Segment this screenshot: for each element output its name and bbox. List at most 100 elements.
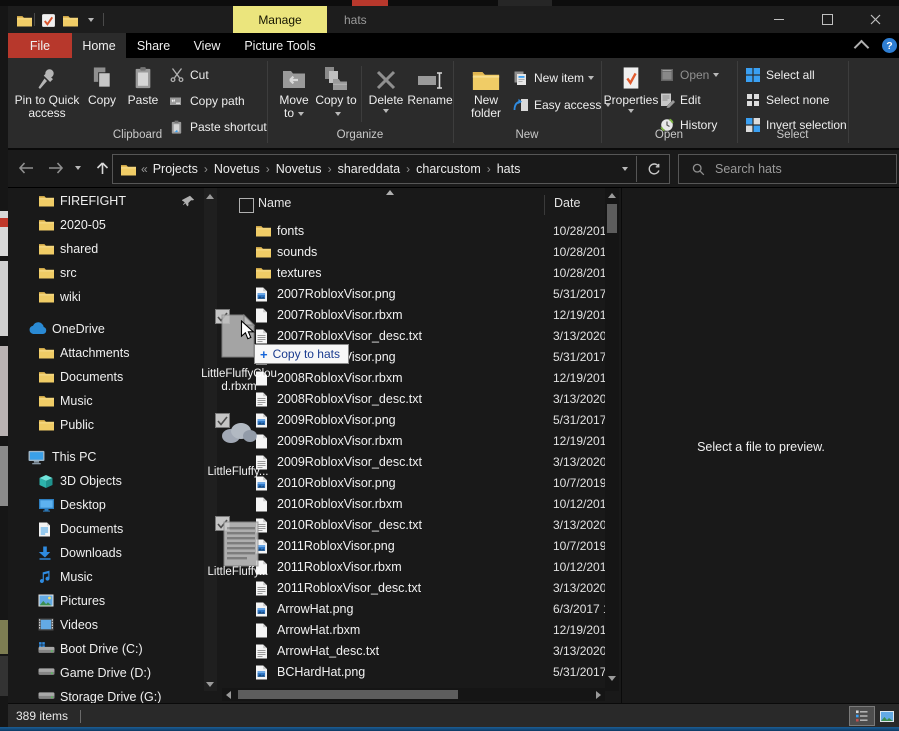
file-row[interactable]: 2009RobloxVisor.png5/31/2017 7 bbox=[222, 410, 613, 431]
file-row[interactable]: 2011RobloxVisor.rbxm10/12/2019 bbox=[222, 557, 613, 578]
sidebar-item-documents[interactable]: Documents bbox=[8, 365, 204, 389]
tab-home[interactable]: Home bbox=[72, 33, 126, 58]
file-row[interactable]: 2009RobloxVisor.rbxm12/19/2018 bbox=[222, 431, 613, 452]
sidebar-item-src[interactable]: src bbox=[8, 261, 204, 285]
sidebar-item-2020-05[interactable]: 2020-05 bbox=[8, 213, 204, 237]
sidebar-item-videos[interactable]: Videos bbox=[8, 613, 204, 637]
location-folder-icon bbox=[120, 163, 137, 176]
sidebar-item-pictures[interactable]: Pictures bbox=[8, 589, 204, 613]
sidebar-item-3d-objects[interactable]: 3D Objects bbox=[8, 469, 204, 493]
easy-access-button[interactable]: Easy access bbox=[512, 94, 611, 116]
address-dropdown-icon[interactable] bbox=[622, 160, 628, 178]
scroll-left-icon[interactable] bbox=[226, 691, 231, 699]
tab-share[interactable]: Share bbox=[126, 33, 181, 58]
qat-newfolder-icon[interactable] bbox=[62, 14, 79, 27]
column-date[interactable]: Date bbox=[554, 196, 580, 210]
open-button[interactable]: Open bbox=[658, 64, 719, 86]
sidebar-item-attachments[interactable]: Attachments bbox=[8, 341, 204, 365]
search-box[interactable] bbox=[678, 154, 897, 184]
search-input[interactable] bbox=[713, 161, 877, 177]
file-row[interactable]: BCHardHat.png5/31/2017 7 bbox=[222, 662, 613, 683]
scroll-up-icon[interactable] bbox=[206, 194, 214, 199]
file-row[interactable]: ArrowHat_desc.txt3/13/2020 8 bbox=[222, 641, 613, 662]
sidebar-item-downloads[interactable]: Downloads bbox=[8, 541, 204, 565]
cut-button[interactable]: Cut bbox=[168, 64, 209, 86]
address-bar[interactable]: « Projects›Novetus›Novetus›shareddata›ch… bbox=[112, 154, 670, 184]
breadcrumb-item[interactable]: Novetus bbox=[209, 162, 265, 176]
sidebar-item-onedrive[interactable]: OneDrive bbox=[8, 317, 204, 341]
minimize-button[interactable] bbox=[757, 6, 801, 33]
details-view-button[interactable] bbox=[849, 706, 875, 726]
file-row[interactable]: 2007RobloxVisor.rbxm12/19/2018 bbox=[222, 305, 613, 326]
breadcrumb-item[interactable]: charcustom bbox=[411, 162, 486, 176]
collapse-ribbon-icon[interactable] bbox=[854, 40, 870, 56]
sidebar-item-boot-drive-c-[interactable]: Boot Drive (C:) bbox=[8, 637, 204, 661]
file-row[interactable]: 2010RobloxVisor_desc.txt3/13/2020 8 bbox=[222, 515, 613, 536]
file-row[interactable]: textures10/28/2018 bbox=[222, 263, 613, 284]
sidebar-scrollbar[interactable] bbox=[204, 188, 217, 691]
scroll-down-icon[interactable] bbox=[206, 682, 214, 687]
file-row[interactable]: 2011RobloxVisor_desc.txt3/13/2020 8 bbox=[222, 578, 613, 599]
select-none-button[interactable]: Select none bbox=[744, 89, 829, 111]
scrollbar-thumb[interactable] bbox=[238, 690, 458, 699]
png-file-icon bbox=[255, 602, 268, 617]
maximize-button[interactable] bbox=[805, 6, 849, 33]
file-row[interactable]: 2008RobloxVisor_desc.txt3/13/2020 8 bbox=[222, 389, 613, 410]
sidebar-item-music[interactable]: Music bbox=[8, 389, 204, 413]
new-item-icon bbox=[512, 70, 529, 86]
file-row[interactable]: fonts10/28/2018 bbox=[222, 221, 613, 242]
file-row[interactable]: 2010RobloxVisor.rbxm10/12/2019 bbox=[222, 494, 613, 515]
back-button[interactable] bbox=[14, 156, 38, 180]
select-all-button[interactable]: Select all bbox=[744, 64, 815, 86]
close-button[interactable] bbox=[853, 6, 897, 33]
tab-picture-tools[interactable]: Picture Tools bbox=[233, 33, 327, 58]
qat-customize-icon[interactable] bbox=[88, 18, 94, 22]
horizontal-scrollbar[interactable] bbox=[222, 688, 605, 701]
file-row[interactable]: 2009RobloxVisor_desc.txt3/13/2020 8 bbox=[222, 452, 613, 473]
tab-view[interactable]: View bbox=[181, 33, 233, 58]
help-icon[interactable]: ? bbox=[882, 38, 897, 53]
file-row[interactable]: 2011RobloxVisor.png10/7/2019 3 bbox=[222, 536, 613, 557]
sidebar-item-firefight[interactable]: FIREFIGHT bbox=[8, 189, 204, 213]
thumbnail-view-button[interactable] bbox=[877, 706, 897, 726]
column-name[interactable]: Name bbox=[258, 196, 291, 210]
sidebar-item-shared[interactable]: shared bbox=[8, 237, 204, 261]
filelist-scrollbar[interactable] bbox=[605, 188, 619, 691]
copy-path-button[interactable]: Copy path bbox=[168, 90, 245, 112]
scrollbar-thumb[interactable] bbox=[607, 204, 617, 233]
recent-locations-icon[interactable] bbox=[70, 156, 86, 180]
sidebar-item-documents[interactable]: Documents bbox=[8, 517, 204, 541]
sidebar-item-desktop[interactable]: Desktop bbox=[8, 493, 204, 517]
sidebar-item-game-drive-d-[interactable]: Game Drive (D:) bbox=[8, 661, 204, 685]
breadcrumb-item[interactable]: hats bbox=[492, 162, 526, 176]
file-row[interactable]: sounds10/28/2018 bbox=[222, 242, 613, 263]
sidebar-item-music[interactable]: Music bbox=[8, 565, 204, 589]
breadcrumb-item[interactable]: Projects bbox=[148, 162, 203, 176]
scroll-down-icon[interactable] bbox=[608, 676, 616, 681]
file-row[interactable]: 2008RobloxVisor.rbxm12/19/2018 bbox=[222, 368, 613, 389]
up-button[interactable] bbox=[90, 156, 114, 180]
edit-button[interactable]: Edit bbox=[658, 89, 701, 111]
breadcrumb-item[interactable]: Novetus bbox=[271, 162, 327, 176]
file-row[interactable]: ArrowHat.rbxm12/19/2018 bbox=[222, 620, 613, 641]
sidebar-item-label: Downloads bbox=[60, 546, 122, 560]
file-date: 5/31/2017 7 bbox=[553, 350, 613, 364]
new-item-button[interactable]: New item bbox=[512, 67, 594, 89]
file-row[interactable]: 2010RobloxVisor.png10/7/2019 3 bbox=[222, 473, 613, 494]
sidebar-item-wiki[interactable]: wiki bbox=[8, 285, 204, 309]
breadcrumb-item[interactable]: shareddata bbox=[333, 162, 406, 176]
file-row[interactable]: 2007RobloxVisor.png5/31/2017 7 bbox=[222, 284, 613, 305]
manage-tab[interactable]: Manage bbox=[233, 6, 327, 33]
tab-file[interactable]: File bbox=[8, 33, 72, 58]
refresh-icon[interactable] bbox=[637, 156, 669, 182]
scroll-up-icon[interactable] bbox=[608, 193, 616, 198]
qat-properties-icon[interactable] bbox=[41, 13, 56, 28]
file-row[interactable]: ArrowHat.png6/3/2017 11 bbox=[222, 599, 613, 620]
breadcrumb-overflow-icon[interactable]: « bbox=[141, 162, 148, 176]
forward-button[interactable] bbox=[44, 156, 68, 180]
scroll-right-icon[interactable] bbox=[596, 691, 601, 699]
sidebar-item-public[interactable]: Public bbox=[8, 413, 204, 437]
qat-folder-icon[interactable] bbox=[16, 14, 33, 27]
select-all-checkbox[interactable] bbox=[239, 198, 254, 213]
sidebar-item-this-pc[interactable]: This PC bbox=[8, 445, 204, 469]
